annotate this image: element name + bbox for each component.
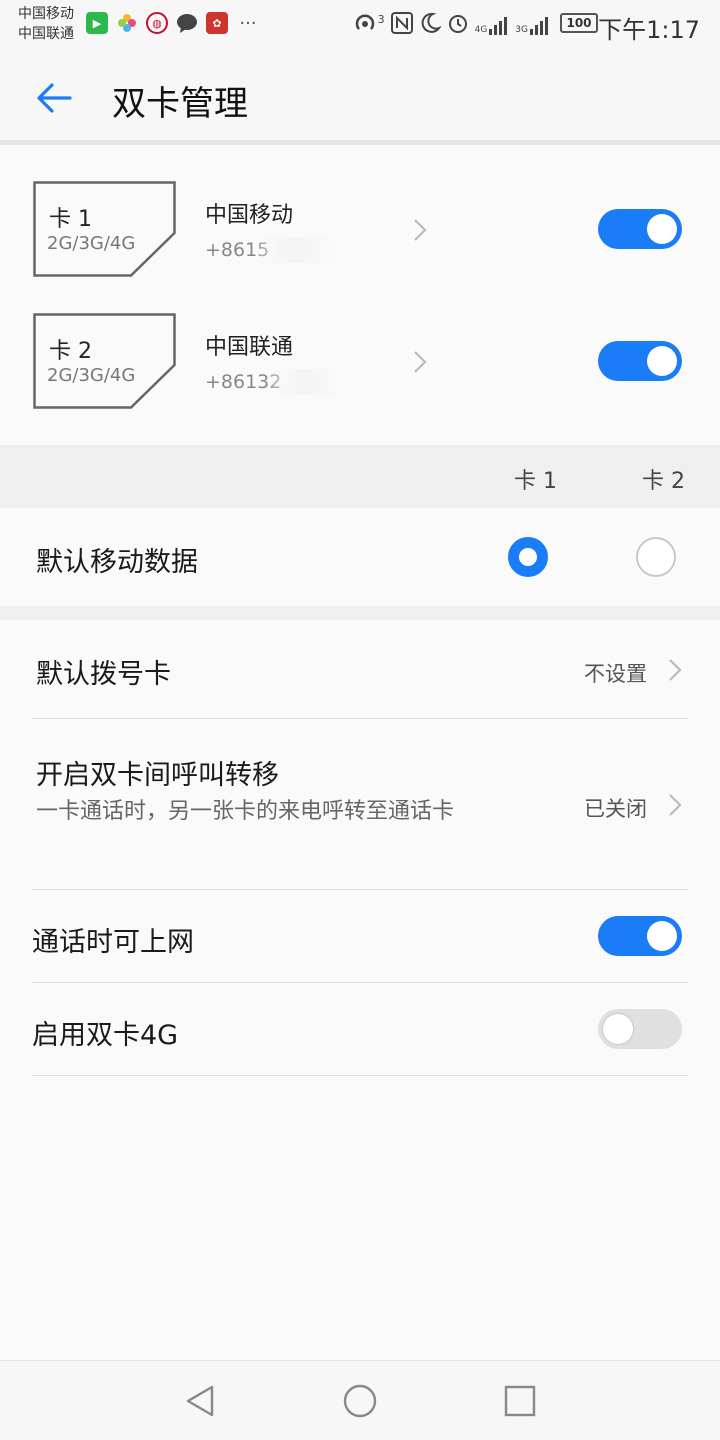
toggle-knob [647,921,677,951]
column-card-1: 卡 1 [514,469,557,494]
chevron-right-icon [414,351,427,373]
number-redaction [258,237,384,263]
default-data-card1-radio[interactable] [508,537,548,577]
huawei-icon: ✿ [206,12,228,34]
back-arrow-icon [37,83,72,113]
data-during-call-toggle[interactable] [598,916,682,956]
back-button[interactable] [32,76,80,120]
toggle-knob [647,214,677,244]
sim-carrier-name: 中国移动 [205,203,294,228]
sim-1-toggle[interactable] [598,209,682,249]
net-1-label: 4G [474,25,488,35]
carrier-1-label: 中国移动 [18,6,74,22]
default-dial-value: 不设置 [584,662,647,686]
call-forward-description: 一卡通话时，另一张卡的来电呼转至通话卡 [36,799,455,824]
chevron-right-icon [414,219,427,241]
sim-row-2[interactable]: 卡 2 2G/3G/4G 中国联通 +86132 [0,277,720,409]
column-card-2: 卡 2 [642,469,685,494]
status-bar: 中国移动 中国联通 ▶ ◍ ✿ ··· 3 4G 3G 100 下午1:17 [0,0,720,50]
moon-icon [419,12,442,38]
chevron-right-icon [669,659,682,681]
divider [32,1075,688,1076]
dual-4g-row: 启用双卡4G [0,983,720,1075]
call-forward-label: 开启双卡间呼叫转移 [36,760,279,791]
default-data-row: 默认移动数据 [0,508,720,606]
default-data-card2-radio[interactable] [636,537,676,577]
more-icon: ··· [239,12,257,34]
number-redaction [270,369,384,395]
sim-carrier-name: 中国联通 [205,335,294,360]
battery-icon: 100 [560,13,598,33]
settings-list: 默认拨号卡 不设置 开启双卡间呼叫转移 一卡通话时，另一张卡的来电呼转至通话卡 … [0,620,720,1360]
signal-3g-icon: 3G [515,15,550,35]
toggle-knob [647,346,677,376]
sim-row-1[interactable]: 卡 1 2G/3G/4G 中国移动 +8615 [0,145,720,277]
system-nav-bar [0,1360,720,1440]
chat-icon [176,12,198,34]
dual-4g-toggle[interactable] [598,1009,682,1049]
sim-list: 卡 1 2G/3G/4G 中国移动 +8615 卡 2 2G/3G/4G 中国联… [0,145,720,445]
carrier-2-label: 中国联通 [18,26,74,42]
nav-recents-icon[interactable] [500,1381,540,1421]
sim-slot-label: 卡 1 [49,207,92,232]
call-forward-value: 已关闭 [584,797,647,821]
sim-network-label: 2G/3G/4G [47,233,136,254]
railway-icon: ◍ [146,12,168,34]
default-dial-label: 默认拨号卡 [36,659,171,690]
notification-icons: ▶ ◍ ✿ ··· [86,12,260,34]
sim-network-label: 2G/3G/4G [47,365,136,386]
sim-2-toggle[interactable] [598,341,682,381]
chevron-right-icon [669,794,682,816]
data-during-call-label: 通话时可上网 [32,927,194,958]
sim-slot-label: 卡 2 [49,339,92,364]
app-green-icon: ▶ [86,12,108,34]
sim-card-icon: 卡 2 2G/3G/4G [33,313,176,409]
default-dial-row[interactable]: 默认拨号卡 不设置 [0,620,720,718]
alarm-icon [447,12,469,38]
system-icons: 3 4G 3G [354,12,550,38]
hotspot-badge: 3 [377,12,385,26]
nav-back-icon[interactable] [180,1381,220,1421]
hotspot-icon [354,12,380,38]
status-time: 下午1:17 [598,16,700,44]
sim-card-icon: 卡 1 2G/3G/4G [33,181,176,277]
sim-column-header: 卡 1 卡 2 [0,445,720,508]
dual-4g-label: 启用双卡4G [32,1020,179,1051]
page-title: 双卡管理 [112,84,248,124]
net-2-label: 3G [515,25,528,35]
carrier-labels: 中国移动 中国联通 [18,4,74,44]
signal-4g-icon: 4G [475,15,510,35]
nfc-icon [390,12,413,38]
photos-petal-icon [116,12,138,34]
section-gap [0,606,720,620]
toggle-knob [603,1014,633,1044]
data-during-call-row: 通话时可上网 [0,890,720,982]
nav-home-icon[interactable] [340,1381,380,1421]
call-forward-row[interactable]: 开启双卡间呼叫转移 一卡通话时，另一张卡的来电呼转至通话卡 已关闭 [0,719,720,889]
app-header: 双卡管理 [0,56,720,140]
default-data-label: 默认移动数据 [36,547,198,578]
